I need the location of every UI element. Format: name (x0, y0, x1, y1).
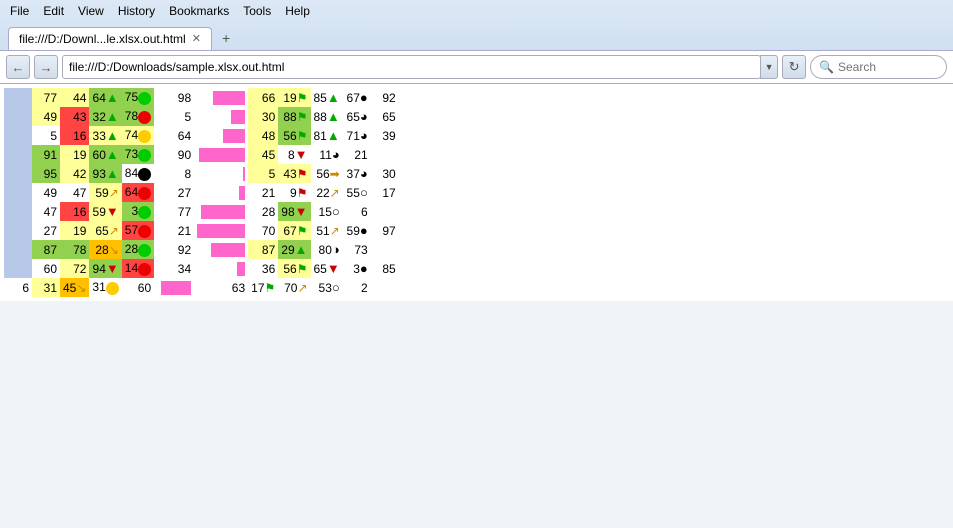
current-tab[interactable]: file:///D:/Downl...le.xlsx.out.html ✕ (8, 27, 212, 50)
table-row: 47 16 59▼ 3 77 28 98▼ 15○ 6 (4, 202, 399, 221)
menu-tools[interactable]: Tools (237, 2, 277, 20)
menu-bar: File Edit View History Bookmarks Tools H… (0, 0, 953, 22)
table-row: 87 78 28↘ 28 92 87 29▲ 80◑ 73 (4, 240, 399, 259)
table-row: 49 43 32▲ 78 5 30 88⚑ 88▲ 65◕ 65 (4, 107, 399, 126)
data-table: 77 44 64▲ 75 98 66 19⚑ 85▲ 67● 92 49 43 … (4, 88, 399, 297)
forward-button[interactable]: → (34, 55, 58, 79)
address-dropdown[interactable]: ▼ (760, 55, 778, 79)
back-button[interactable]: ← (6, 55, 30, 79)
tab-bar: file:///D:/Downl...le.xlsx.out.html ✕ + (0, 22, 953, 50)
nav-bar: ← → ▼ ↻ 🔍 (0, 50, 953, 83)
table-row: 5 16 33▲ 74 64 48 56⚑ 81▲ 71◕ 39 (4, 126, 399, 145)
menu-edit[interactable]: Edit (37, 2, 70, 20)
table-row: 95 42 93▲ 84 8 5 43⚑ 56➡ 37◕ 30 (4, 164, 399, 183)
table-row: 77 44 64▲ 75 98 66 19⚑ 85▲ 67● 92 (4, 88, 399, 107)
content-area: 77 44 64▲ 75 98 66 19⚑ 85▲ 67● 92 49 43 … (0, 84, 953, 301)
table-row: 91 19 60▲ 73 90 45 8▼ 11◕ 21 (4, 145, 399, 164)
menu-file[interactable]: File (4, 2, 35, 20)
tab-close-button[interactable]: ✕ (192, 32, 201, 45)
new-tab-button[interactable]: + (214, 26, 238, 50)
search-bar: 🔍 (810, 55, 947, 79)
search-icon: 🔍 (819, 60, 834, 74)
address-bar[interactable] (62, 55, 761, 79)
tab-title: file:///D:/Downl...le.xlsx.out.html (19, 32, 186, 46)
menu-bookmarks[interactable]: Bookmarks (163, 2, 235, 20)
table-row: 6 31 45↘ 31 60 63 17⚑ 70↗ 53○ 2 (4, 278, 399, 297)
menu-view[interactable]: View (72, 2, 110, 20)
table-row: 49 47 59↗ 64 27 21 9⚑ 22↗ 55○ 17 (4, 183, 399, 202)
table-row: 60 72 94▼ 14 34 36 56⚑ 65▼ 3● 85 (4, 259, 399, 278)
menu-history[interactable]: History (112, 2, 161, 20)
reload-button[interactable]: ↻ (782, 55, 806, 79)
menu-help[interactable]: Help (279, 2, 316, 20)
table-row: 27 19 65↗ 57 21 70 67⚑ 51↗ 59● 97 (4, 221, 399, 240)
search-input[interactable] (838, 60, 938, 74)
